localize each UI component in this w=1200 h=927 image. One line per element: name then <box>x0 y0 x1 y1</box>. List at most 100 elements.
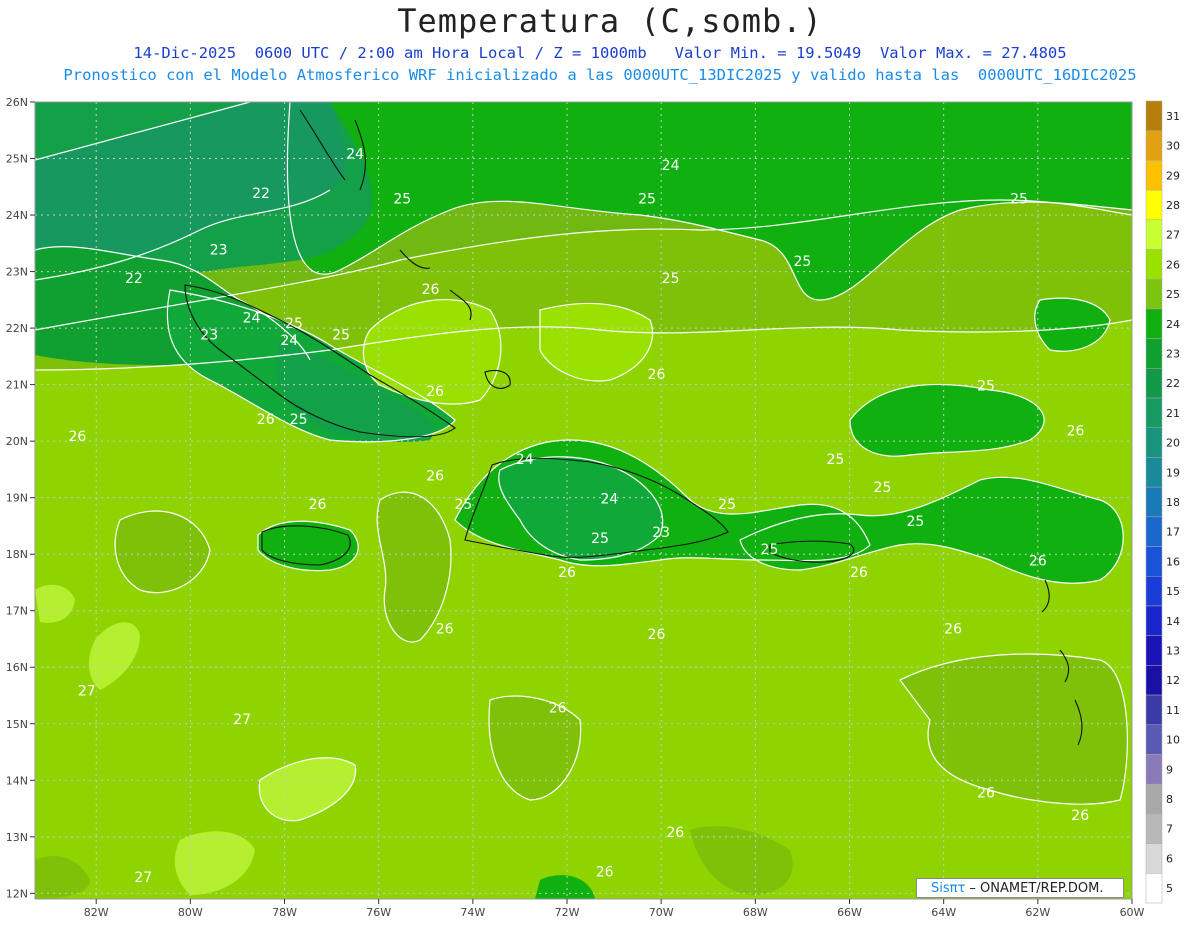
colorbar-swatch <box>1145 546 1163 577</box>
contour-label: 26 <box>666 825 684 841</box>
contour-label: 24 <box>600 491 618 507</box>
lat-tick-label: 26N <box>6 96 28 109</box>
contour-label: 27 <box>78 684 96 700</box>
lat-tick-label: 20N <box>6 435 28 448</box>
colorbar-label: 28 <box>1166 199 1180 212</box>
colorbar-swatch <box>1145 397 1163 428</box>
credit-text: – ONAMET/REP.DOM. <box>965 881 1104 896</box>
shaded-field <box>35 102 1132 899</box>
colorbar-label: 17 <box>1166 526 1180 539</box>
contour-label: 22 <box>125 271 143 287</box>
contour-label: 26 <box>648 627 666 643</box>
contour-label: 23 <box>210 243 228 259</box>
colorbar-swatch <box>1145 219 1163 250</box>
colorbar-swatch <box>1145 813 1163 844</box>
colorbar-label: 11 <box>1166 704 1180 717</box>
lat-tick-label: 15N <box>6 718 28 731</box>
contour-label: 25 <box>761 542 779 558</box>
contour-label: 26 <box>436 621 454 637</box>
colorbar-label: 9 <box>1166 763 1173 776</box>
colorbar-label: 10 <box>1166 734 1180 747</box>
contour-label: 26 <box>422 282 440 298</box>
colorbar-swatch <box>1145 189 1163 221</box>
colorbar-swatch <box>1145 516 1163 547</box>
contour-label: 26 <box>850 565 868 581</box>
contour-label: 26 <box>596 864 614 880</box>
colorbar-label: 19 <box>1166 466 1180 479</box>
colorbar-label: 26 <box>1166 258 1180 271</box>
colorbar-swatch <box>1145 368 1163 399</box>
lon-tick-label: 78W <box>272 906 297 919</box>
colorbar-label: 7 <box>1166 823 1173 836</box>
contour-label: 27 <box>233 712 251 728</box>
contour-label: 25 <box>977 378 995 394</box>
colorbar-swatch <box>1145 160 1163 191</box>
lon-tick-label: 62W <box>1025 906 1050 919</box>
colorbar-swatch <box>1145 249 1163 280</box>
contour-label: 26 <box>426 469 444 485</box>
contour-label: 25 <box>290 412 308 428</box>
colorbar-swatch <box>1145 754 1163 785</box>
credit-box: Sisπτ – ONAMET/REP.DOM. <box>916 878 1124 898</box>
longitude-axis: 82W 80W 78W 76W 74W 72W 70W 68W 66W 64W 62W 60W <box>84 899 1145 919</box>
colorbar-label: 16 <box>1166 555 1180 568</box>
colorbar-label: 23 <box>1166 347 1180 360</box>
colorbar-swatch <box>1145 724 1163 755</box>
colorbar-swatch <box>1145 665 1163 696</box>
colorbar-label: 20 <box>1166 437 1180 450</box>
contour-label: 25 <box>285 316 303 332</box>
lat-tick-label: 17N <box>6 605 28 618</box>
colorbar-swatch <box>1145 783 1163 815</box>
lat-tick-label: 16N <box>6 661 28 674</box>
contour-label: 24 <box>243 310 261 326</box>
colorbar-label: 21 <box>1166 407 1180 420</box>
colorbar-label: 18 <box>1166 496 1180 509</box>
contour-label: 24 <box>662 158 680 174</box>
colorbar-label: 14 <box>1166 615 1180 628</box>
lat-tick-label: 22N <box>6 322 28 335</box>
colorbar-swatch <box>1145 843 1163 874</box>
contour-label: 26 <box>1071 808 1089 824</box>
lat-tick-label: 19N <box>6 492 28 505</box>
contour-label: 25 <box>794 254 812 270</box>
colorbar-swatch <box>1145 873 1163 904</box>
lon-tick-label: 72W <box>555 906 580 919</box>
contour-label: 26 <box>944 621 962 637</box>
contour-label: 25 <box>638 192 656 208</box>
contour-label: 27 <box>134 870 152 886</box>
colorbar-swatch <box>1145 130 1163 161</box>
contour-label: 26 <box>977 785 995 801</box>
colorbar-label: 5 <box>1166 882 1173 895</box>
contour-label: 24 <box>280 333 298 349</box>
contour-label: 26 <box>309 497 327 513</box>
contour-label: 24 <box>516 452 534 468</box>
contour-label: 26 <box>1067 423 1085 439</box>
latitude-axis: 26N 25N 24N 23N 22N 21N 20N 19N 18N 17N 16N 15N 14N 1… <box>6 96 35 900</box>
contour-label: 26 <box>257 412 275 428</box>
contour-label: 23 <box>652 525 670 541</box>
colorbar-label: 25 <box>1166 288 1180 301</box>
contour-label: 26 <box>426 384 444 400</box>
colorbar-label: 31 <box>1166 110 1180 123</box>
colorbar-swatch <box>1145 457 1163 488</box>
colorbar-label: 27 <box>1166 229 1180 242</box>
contour-label: 25 <box>874 480 892 496</box>
contour-label: 25 <box>826 452 844 468</box>
lat-tick-label: 12N <box>6 887 28 900</box>
lon-tick-label: 60W <box>1120 906 1145 919</box>
colorbar-label: 22 <box>1166 377 1180 390</box>
contour-label: 26 <box>558 565 576 581</box>
contour-label: 23 <box>200 327 218 343</box>
lat-tick-label: 13N <box>6 831 28 844</box>
lon-tick-label: 82W <box>84 906 109 919</box>
contour-label: 25 <box>907 514 925 530</box>
contour-label: 25 <box>455 497 473 513</box>
colorbar-swatch <box>1145 308 1163 339</box>
contour-label: 26 <box>549 700 567 716</box>
colorbar-label: 8 <box>1166 793 1173 806</box>
colorbar-label: 12 <box>1166 674 1180 687</box>
contour-label: 25 <box>393 192 411 208</box>
lon-tick-label: 64W <box>931 906 956 919</box>
contour-label: 26 <box>648 367 666 383</box>
lat-tick-label: 24N <box>6 209 28 222</box>
